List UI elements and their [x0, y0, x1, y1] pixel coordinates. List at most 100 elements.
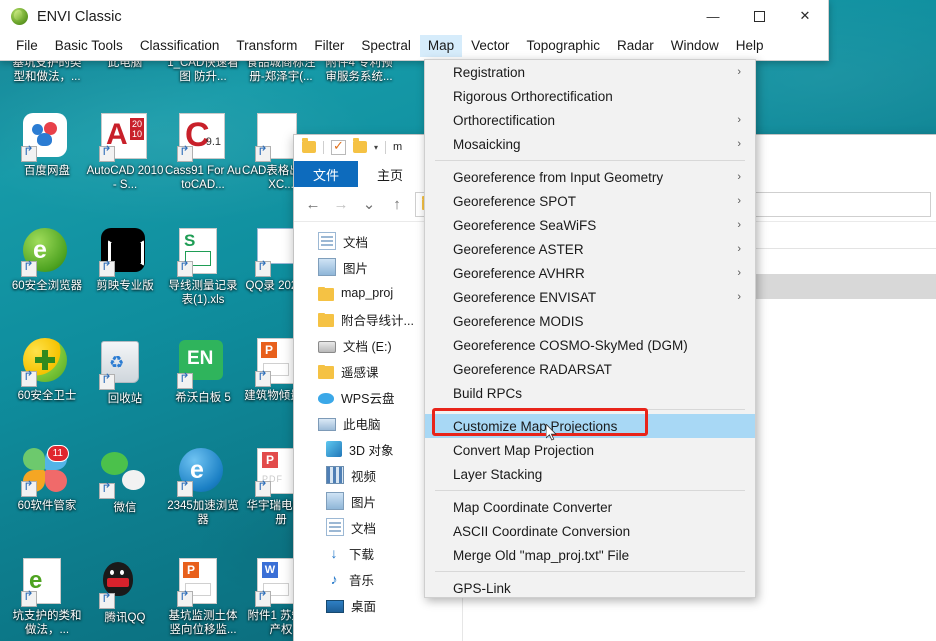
menubar-item-vector[interactable]: Vector	[463, 35, 517, 57]
ie-doc-icon: e	[23, 558, 71, 606]
menu-item-map-coordinate-converter[interactable]: Map Coordinate Converter	[425, 495, 755, 519]
menu-item-rigorous-orthorectification[interactable]: Rigorous Orthorectification	[425, 84, 755, 108]
menu-item-customize-map-projections[interactable]: Customize Map Projections	[425, 414, 755, 438]
desktop-icon-label: 剪映专业版	[86, 279, 164, 293]
menubar-item-map[interactable]: Map	[420, 35, 462, 57]
nav-item-label: 文档	[351, 518, 376, 537]
menu-item-georeference-radarsat[interactable]: Georeference RADARSAT	[425, 357, 755, 381]
shortcut-arrow-icon	[177, 146, 193, 162]
envi-classic-window[interactable]: ENVI Classic — ✕ FileBasic ToolsClassifi…	[0, 0, 829, 61]
menu-item-label: Georeference AVHRR	[453, 266, 585, 281]
menu-item-georeference-modis[interactable]: Georeference MODIS	[425, 309, 755, 333]
desktop-icon[interactable]: C9.1Cass91 For AutoCAD...	[164, 113, 242, 192]
minimize-button[interactable]: —	[690, 0, 736, 32]
menu-item-label: Registration	[453, 65, 525, 80]
recent-locations-button[interactable]: ⌄	[356, 191, 382, 217]
shortcut-arrow-icon	[21, 146, 37, 162]
desktop-root: 基坑支护的类型和做法，...此电脑1_CAD快速看图 防升...食品城商标注册-…	[0, 0, 936, 641]
nav-item-label: 遥感课	[341, 362, 379, 381]
menubar-item-file[interactable]: File	[8, 35, 46, 57]
toolbar-divider	[385, 141, 386, 154]
menu-item-orthorectification[interactable]: Orthorectification›	[425, 108, 755, 132]
menu-separator	[435, 571, 745, 572]
menu-item-georeference-aster[interactable]: Georeference ASTER›	[425, 237, 755, 261]
up-button[interactable]: ↑	[384, 191, 410, 217]
desktop-icon[interactable]: EN希沃白板 5	[164, 338, 242, 405]
ribbon-tab-0[interactable]: 文件	[294, 161, 358, 187]
menubar-item-classification[interactable]: Classification	[132, 35, 228, 57]
chevron-right-icon: ›	[737, 219, 741, 231]
menu-item-label: Orthorectification	[453, 113, 555, 128]
powerpoint-icon: P	[179, 558, 227, 606]
desktop-icon[interactable]: A2010AutoCAD 2010 - S...	[86, 113, 164, 192]
shortcut-arrow-icon	[21, 591, 37, 607]
menu-item-georeference-seawifs[interactable]: Georeference SeaWiFS›	[425, 213, 755, 237]
menu-item-ascii-coordinate-conversion[interactable]: ASCII Coordinate Conversion	[425, 519, 755, 543]
shortcut-arrow-icon	[255, 591, 271, 607]
folder-icon[interactable]	[302, 141, 316, 153]
desktop-icon[interactable]: S导线测量记录表(1).xls	[164, 228, 242, 307]
desktop-icon-label: 坑支护的类和做法，...	[8, 609, 86, 637]
toolbar-divider	[323, 141, 324, 154]
nav-item-label: 图片	[351, 492, 376, 511]
desktop-icon[interactable]: 微信	[86, 448, 164, 515]
desktop-icon[interactable]: ♻回收站	[86, 338, 164, 406]
menu-item-georeference-envisat[interactable]: Georeference ENVISAT›	[425, 285, 755, 309]
desktop-icon[interactable]: e60安全浏览器	[8, 228, 86, 293]
menu-item-georeference-cosmo-skymed-dgm[interactable]: Georeference COSMO-SkyMed (DGM)	[425, 333, 755, 357]
menu-item-georeference-avhrr[interactable]: Georeference AVHRR ›	[425, 261, 755, 285]
desktop-icon[interactable]: 腾讯QQ	[86, 558, 164, 625]
menu-item-build-rpcs[interactable]: Build RPCs	[425, 381, 755, 405]
menu-item-label: Georeference MODIS	[453, 314, 584, 329]
desktop-icon[interactable]: P基坑监测土体竖向位移监...	[164, 558, 242, 637]
map-dropdown-menu[interactable]: Registration › Rigorous Orthorectification…	[424, 59, 756, 598]
desktop-icon[interactable]: 百度网盘	[8, 113, 86, 178]
back-button[interactable]: ←	[300, 191, 326, 217]
chevron-right-icon: ›	[737, 267, 741, 279]
close-button[interactable]: ✕	[782, 0, 828, 32]
ribbon-tab-1[interactable]: 主页	[358, 161, 422, 187]
shortcut-arrow-icon	[99, 146, 115, 162]
menubar-item-help[interactable]: Help	[728, 35, 772, 57]
menubar-item-basic-tools[interactable]: Basic Tools	[47, 35, 131, 57]
menu-item-georeference-from-input-geometry[interactable]: Georeference from Input Geometry›	[425, 165, 755, 189]
desktop-icon[interactable]: e2345加速浏览器	[164, 448, 242, 527]
menu-item-label: GPS-Link	[453, 581, 511, 596]
shortcut-arrow-icon	[177, 481, 193, 497]
shortcut-arrow-icon	[21, 371, 37, 387]
menu-item-layer-stacking[interactable]: Layer Stacking	[425, 462, 755, 486]
menu-item-convert-map-projection[interactable]: Convert Map Projection	[425, 438, 755, 462]
menu-item-gps-link[interactable]: GPS-Link	[425, 576, 755, 600]
desktop-icon-label: 百度网盘	[8, 164, 86, 178]
menubar-item-spectral[interactable]: Spectral	[353, 35, 419, 57]
nav-item-label: 视频	[351, 466, 376, 485]
desktop-icon[interactable]: 1160软件管家	[8, 448, 86, 513]
menubar-item-filter[interactable]: Filter	[306, 35, 352, 57]
menu-item-mosaicking[interactable]: Mosaicking›	[425, 132, 755, 156]
properties-icon[interactable]	[331, 140, 346, 155]
menu-item-registration[interactable]: Registration ›	[425, 60, 755, 84]
baidu-netdisk-icon	[23, 113, 71, 161]
chevron-right-icon: ›	[737, 66, 741, 78]
excel-icon: S	[179, 228, 227, 276]
menubar-item-radar[interactable]: Radar	[609, 35, 662, 57]
nav-item-label: map_proj	[341, 286, 393, 300]
new-folder-icon[interactable]	[353, 141, 367, 153]
desktop-icon[interactable]: 剪映专业版	[86, 228, 164, 293]
menubar-item-topographic[interactable]: Topographic	[518, 35, 608, 57]
maximize-button[interactable]	[736, 0, 782, 32]
pictures-icon	[318, 258, 336, 276]
desktop-icon-label: 腾讯QQ	[86, 611, 164, 625]
menubar-item-window[interactable]: Window	[663, 35, 727, 57]
menubar-item-transform[interactable]: Transform	[228, 35, 305, 57]
menu-item-merge-old-map-proj-txt-file[interactable]: Merge Old "map_proj.txt" File	[425, 543, 755, 567]
shortcut-arrow-icon	[21, 261, 37, 277]
menu-item-georeference-spot[interactable]: Georeference SPOT›	[425, 189, 755, 213]
music-icon: ♪	[326, 571, 342, 587]
forward-button[interactable]: →	[328, 191, 354, 217]
desktop-icon[interactable]: 60安全卫士	[8, 338, 86, 403]
nav-item-label: 附合导线计...	[341, 310, 414, 329]
chevron-down-icon[interactable]: ▾	[374, 143, 378, 152]
nav-item-label: 音乐	[349, 570, 374, 589]
desktop-icon[interactable]: e 坑支护的类和做法，...	[8, 558, 86, 637]
